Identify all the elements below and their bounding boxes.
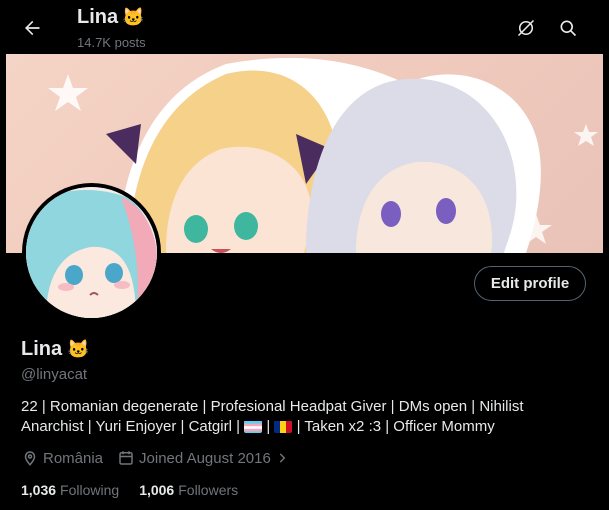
back-button[interactable] bbox=[16, 12, 48, 44]
no-notify-icon bbox=[517, 19, 535, 37]
avatar[interactable] bbox=[22, 183, 161, 322]
location: România bbox=[21, 449, 103, 467]
profile-name-row: Lina 🐱 bbox=[21, 338, 90, 361]
search-icon bbox=[560, 20, 577, 37]
profile-handle: @linyacat bbox=[21, 366, 88, 383]
following-count[interactable]: 1,036 bbox=[21, 482, 56, 498]
bio-line-2-start: Anarchist | Yuri Enjoyer | Catgirl | bbox=[21, 418, 245, 435]
chevron-right-icon bbox=[279, 453, 286, 463]
calendar-icon bbox=[119, 451, 133, 465]
notifications-off-button[interactable] bbox=[512, 14, 540, 42]
cat-emoji-icon: 🐱 bbox=[67, 339, 90, 359]
bio-line-2: Anarchist | Yuri Enjoyer | Catgirl | | |… bbox=[21, 417, 581, 437]
bio-line-2-end: | Taken x2 :3 | Officer Mommy bbox=[292, 418, 495, 435]
profile-meta: România Joined August 2016 bbox=[21, 449, 303, 467]
trans-flag-icon bbox=[244, 420, 263, 433]
top-bar: Lina 🐱 14.7K posts bbox=[0, 0, 609, 54]
avatar-image bbox=[26, 187, 157, 318]
followers-label[interactable]: Followers bbox=[178, 482, 238, 498]
location-text: România bbox=[43, 449, 104, 467]
header-title: Lina 🐱 bbox=[77, 6, 145, 29]
profile-bio: 22 | Romanian degenerate | Profesional H… bbox=[21, 397, 581, 437]
edit-profile-button[interactable]: Edit profile bbox=[474, 266, 586, 301]
cat-emoji-icon: 🐱 bbox=[122, 7, 145, 27]
arrow-left-icon bbox=[25, 20, 40, 36]
joined-text: Joined August 2016 bbox=[139, 449, 271, 467]
location-pin-icon bbox=[24, 451, 36, 466]
post-count: 14.7K posts bbox=[77, 35, 146, 50]
romania-flag-icon bbox=[274, 420, 293, 433]
bio-separator: | bbox=[262, 418, 275, 435]
bio-line-1: 22 | Romanian degenerate | Profesional H… bbox=[21, 398, 524, 415]
follow-counts: 1,036 Following 1,006 Followers bbox=[21, 482, 258, 498]
profile-name: Lina bbox=[21, 338, 63, 360]
header-name: Lina bbox=[77, 6, 119, 28]
joined-date[interactable]: Joined August 2016 bbox=[117, 449, 289, 467]
following-label[interactable]: Following bbox=[60, 482, 119, 498]
search-button[interactable] bbox=[554, 14, 582, 42]
followers-count[interactable]: 1,006 bbox=[139, 482, 174, 498]
